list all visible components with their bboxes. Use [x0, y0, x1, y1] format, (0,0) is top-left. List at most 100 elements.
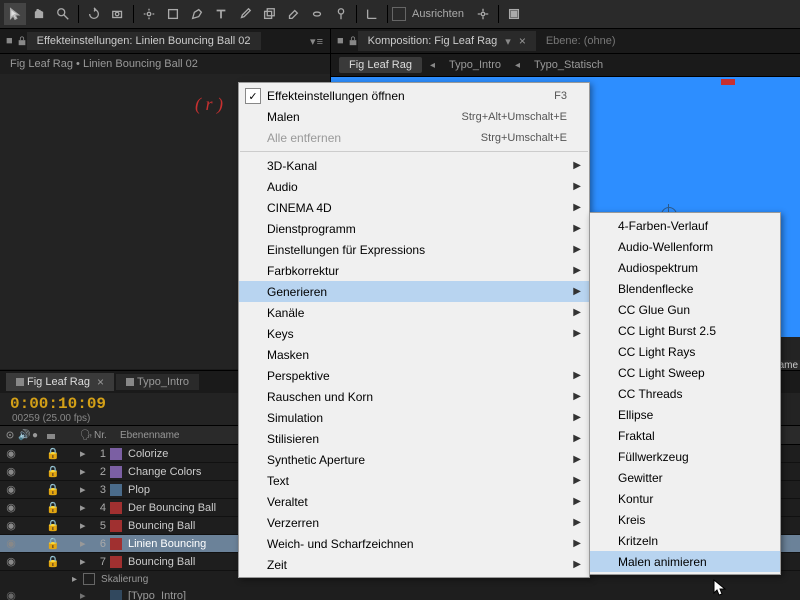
twirl-icon[interactable]: ▸ [80, 501, 90, 514]
menu-item[interactable]: CC Threads [590, 383, 780, 404]
menu-item[interactable]: Synthetic Aperture▶ [239, 449, 589, 470]
menu-item[interactable]: Stilisieren▶ [239, 428, 589, 449]
snap-opt-icon[interactable] [472, 3, 494, 25]
menu-item[interactable]: Simulation▶ [239, 407, 589, 428]
eye-icon[interactable]: ◉ [4, 501, 18, 514]
layer-color[interactable] [110, 448, 122, 460]
lock-icon[interactable]: 🔒 [46, 447, 80, 460]
lock-icon[interactable]: 🔒 [46, 501, 80, 514]
menu-item[interactable]: Ellipse [590, 404, 780, 425]
menu-item[interactable]: CC Glue Gun [590, 299, 780, 320]
effects-panel-tab[interactable]: Effekteinstellungen: Linien Bouncing Bal… [27, 32, 261, 50]
close-icon[interactable]: × [97, 375, 104, 389]
menu-item[interactable]: CC Light Burst 2.5 [590, 320, 780, 341]
brush-tool[interactable] [234, 3, 256, 25]
menu-item[interactable]: Rauschen und Korn▶ [239, 386, 589, 407]
menu-item[interactable]: Audio▶ [239, 176, 589, 197]
roto-tool[interactable] [306, 3, 328, 25]
rotate-tool[interactable] [83, 3, 105, 25]
menu-item[interactable]: Dienstprogramm▶ [239, 218, 589, 239]
comp-nav-tab[interactable]: Typo_Statisch [528, 57, 609, 73]
lock-icon[interactable]: 🔒 [46, 519, 80, 532]
menu-item[interactable]: Generieren▶ [239, 281, 589, 302]
timeline-tab[interactable]: Fig Leaf Rag× [6, 373, 114, 391]
selection-tool[interactable] [4, 3, 26, 25]
menu-item[interactable]: CINEMA 4D▶ [239, 197, 589, 218]
menu-item[interactable]: Füllwerkzeug [590, 446, 780, 467]
layer-color[interactable] [110, 466, 122, 478]
eye-icon[interactable]: ◉ [4, 519, 18, 532]
clone-tool[interactable] [258, 3, 280, 25]
comp-panel-tab[interactable]: Komposition: Fig Leaf Rag ▾ × [358, 31, 536, 51]
menu-item[interactable]: Kanäle▶ [239, 302, 589, 323]
layer-color[interactable] [110, 484, 122, 496]
comp-nav-tab[interactable]: Fig Leaf Rag [339, 57, 422, 73]
menu-item[interactable]: Keys▶ [239, 323, 589, 344]
menu-item[interactable]: Einstellungen für Expressions▶ [239, 239, 589, 260]
menu-item[interactable]: Masken [239, 344, 589, 365]
hand-tool[interactable] [28, 3, 50, 25]
text-tool[interactable] [210, 3, 232, 25]
menu-item[interactable]: Malen animieren [590, 551, 780, 572]
keyframe-toggle[interactable] [83, 573, 95, 585]
menu-item[interactable]: Verzerren▶ [239, 512, 589, 533]
menu-item[interactable]: Audiospektrum [590, 257, 780, 278]
menu-item[interactable]: Fraktal [590, 425, 780, 446]
timecode[interactable]: 0:00:10:09 [10, 395, 106, 413]
anchor-tool[interactable] [138, 3, 160, 25]
menu-item[interactable]: Kreis [590, 509, 780, 530]
layer-color[interactable] [110, 556, 122, 568]
twirl-icon[interactable]: ▸ [80, 519, 90, 532]
twirl-icon[interactable]: ▸ [80, 483, 90, 496]
rect-tool[interactable] [162, 3, 184, 25]
close-icon[interactable]: × [519, 34, 526, 48]
eraser-tool[interactable] [282, 3, 304, 25]
menu-item[interactable]: ✓Effekteinstellungen öffnenF3 [239, 85, 589, 106]
layer-color[interactable] [110, 520, 122, 532]
layer-color[interactable] [110, 538, 122, 550]
mask-mode-icon[interactable] [503, 3, 525, 25]
twirl-icon[interactable]: ▸ [80, 447, 90, 460]
menu-item[interactable]: 3D-Kanal▶ [239, 155, 589, 176]
menu-item[interactable]: Veraltet▶ [239, 491, 589, 512]
layer-handle[interactable] [721, 79, 735, 85]
camera-tool[interactable] [107, 3, 129, 25]
menu-item[interactable]: Blendenflecke [590, 278, 780, 299]
menu-item[interactable]: Audio-Wellenform [590, 236, 780, 257]
layer-color[interactable] [110, 502, 122, 514]
menu-item[interactable]: Perspektive▶ [239, 365, 589, 386]
menu-item[interactable]: CC Light Rays [590, 341, 780, 362]
menu-item[interactable]: Weich- und Scharfzeichnen▶ [239, 533, 589, 554]
twirl-icon[interactable]: ▸ [80, 465, 90, 478]
eye-icon[interactable]: ◉ [4, 555, 18, 568]
twirl-icon[interactable]: ▸ [80, 555, 90, 568]
twirl-icon[interactable]: ▸ [72, 574, 77, 585]
menu-item[interactable]: Zeit▶ [239, 554, 589, 575]
menu-item[interactable]: Gewitter [590, 467, 780, 488]
pen-tool[interactable] [186, 3, 208, 25]
twirl-icon[interactable]: ▸ [80, 537, 90, 550]
pin-tool[interactable] [330, 3, 352, 25]
comp-nav-tab[interactable]: Typo_Intro [443, 57, 507, 73]
menu-item[interactable]: Farbkorrektur▶ [239, 260, 589, 281]
eye-icon[interactable]: ◉ [4, 537, 18, 550]
zoom-tool[interactable] [52, 3, 74, 25]
lock-icon[interactable]: 🔒 [46, 537, 80, 550]
snap-checkbox[interactable] [392, 7, 406, 21]
lock-icon[interactable]: 🔒 [46, 555, 80, 568]
menu-item[interactable]: Kontur [590, 488, 780, 509]
panel-menu-icon[interactable]: ▾≡ [310, 35, 324, 48]
menu-item[interactable]: CC Light Sweep [590, 362, 780, 383]
timeline-tab[interactable]: Typo_Intro [116, 374, 199, 390]
eye-icon[interactable]: ◉ [4, 465, 18, 478]
menu-item[interactable]: 4-Farben-Verlauf [590, 215, 780, 236]
layer-panel-tab[interactable]: Ebene: (ohne) [536, 32, 626, 50]
lock-icon[interactable]: 🔒 [46, 483, 80, 496]
menu-item[interactable]: Text▶ [239, 470, 589, 491]
lock-icon[interactable]: 🔒 [46, 465, 80, 478]
menu-item[interactable]: MalenStrg+Alt+Umschalt+E [239, 106, 589, 127]
menu-item[interactable]: Kritzeln [590, 530, 780, 551]
axis-tool[interactable] [361, 3, 383, 25]
eye-icon[interactable]: ◉ [4, 447, 18, 460]
eye-icon[interactable]: ◉ [4, 483, 18, 496]
